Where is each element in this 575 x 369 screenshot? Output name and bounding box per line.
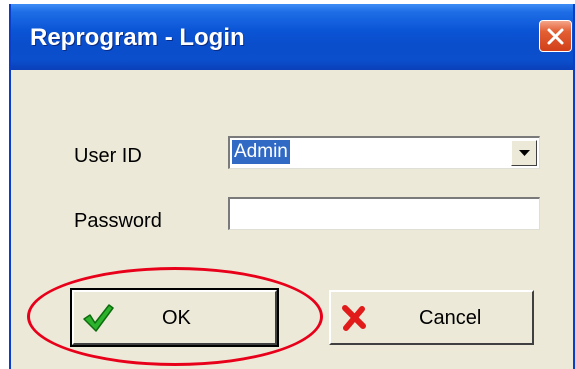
title-bar[interactable]: Reprogram - Login [11,4,573,70]
cancel-button[interactable]: Cancel [329,290,534,345]
checkmark-icon [83,304,114,332]
user-id-combobox[interactable]: Admin [228,136,540,169]
close-icon [547,28,564,45]
window-title: Reprogram - Login [30,24,245,51]
password-field[interactable] [228,197,540,230]
user-id-value: Admin [232,140,290,164]
chevron-down-icon [519,150,530,156]
cancel-label: Cancel [419,307,482,329]
user-id-label: User ID [74,145,142,167]
login-dialog: Reprogram - Login User ID Admin Password… [9,4,575,369]
password-label: Password [74,210,162,232]
close-button[interactable] [539,20,572,52]
x-icon [342,305,366,331]
ok-button[interactable]: OK [70,288,279,347]
ok-label: OK [162,307,191,329]
user-id-dropdown-button[interactable] [511,140,537,166]
